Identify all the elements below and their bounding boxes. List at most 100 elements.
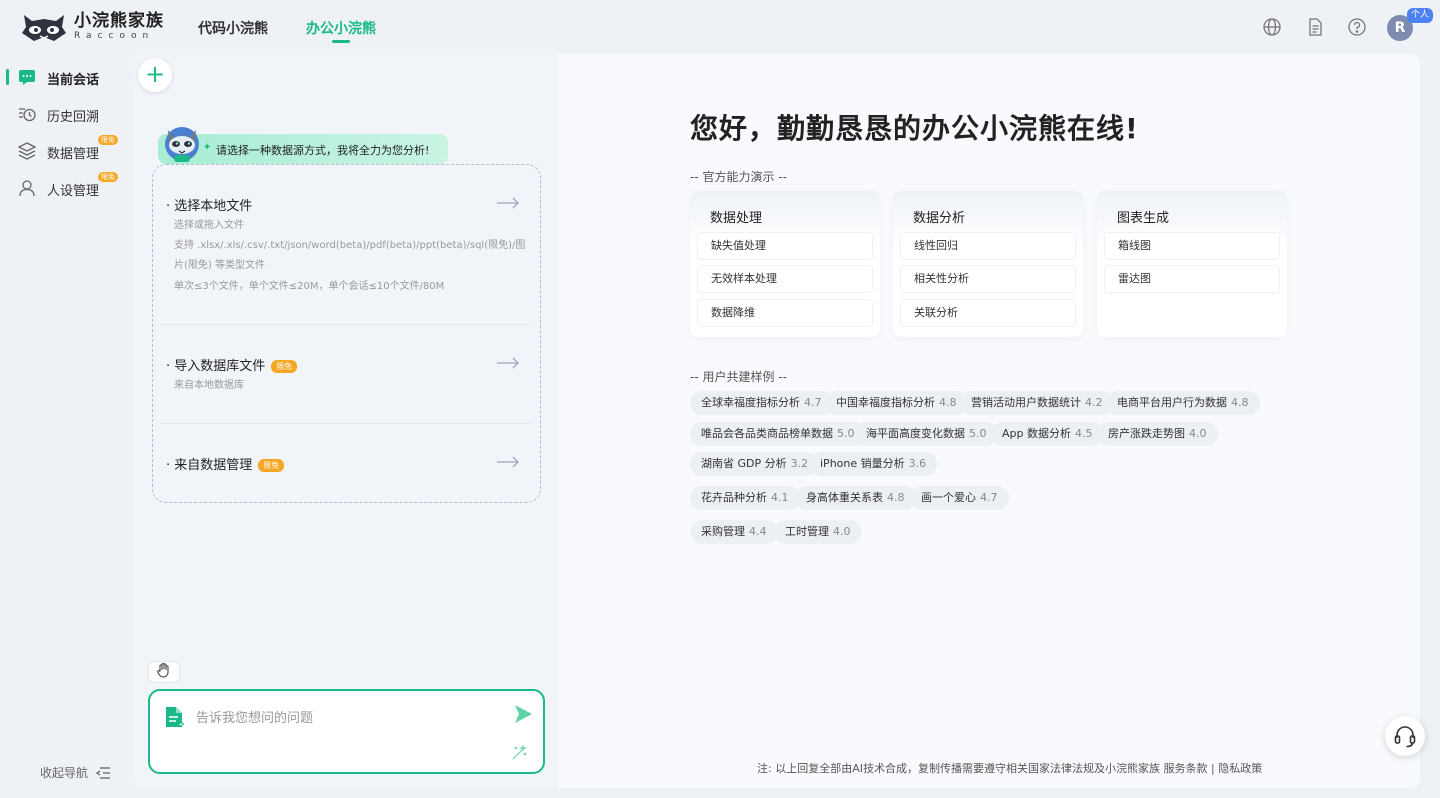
capability-item[interactable]: 线性回归: [900, 232, 1076, 260]
example-chip[interactable]: 电商平台用户行为数据 4.8: [1106, 391, 1260, 415]
example-chip[interactable]: 房产涨跌走势图 4.0: [1097, 422, 1218, 446]
chat-input-placeholder: 告诉我您想问的问题: [196, 711, 314, 726]
sidebar-item-persona-management[interactable]: 人设管理 限免: [0, 172, 134, 204]
welcome-panel: [558, 54, 1420, 788]
capability-item[interactable]: 关联分析: [900, 299, 1076, 327]
privacy-policy-link[interactable]: 隐私政策: [1218, 762, 1262, 775]
capability-item[interactable]: 箱线图: [1104, 232, 1280, 260]
raccoon-bot-avatar: [162, 122, 202, 164]
example-name: 画一个爱心: [921, 491, 976, 504]
capability-item[interactable]: 相关性分析: [900, 265, 1076, 293]
capability-card-title: 数据处理: [710, 211, 763, 226]
globe-icon[interactable]: [1262, 17, 1282, 37]
footer-separator: |: [1210, 762, 1215, 775]
free-badge: 限免: [271, 360, 298, 373]
bot-message-text: 请选择一种数据源方式，我将全力为您分析!: [216, 144, 430, 157]
example-chip[interactable]: 湖南省 GDP 分析 3.2: [690, 452, 820, 476]
example-score: 4.0: [833, 525, 851, 538]
capability-item[interactable]: 数据降维: [697, 299, 873, 327]
disclaimer-text: 注: 以上回复全部由AI技术合成，复制传播需要遵守相关国家法律法规及小浣熊家族: [757, 762, 1160, 775]
source-database-import[interactable]: · 导入数据库文件 限免 来自本地数据库: [158, 350, 534, 400]
tab-code-raccoon[interactable]: 代码小浣熊: [198, 18, 268, 38]
arrow-right-icon: [496, 197, 520, 209]
example-chip[interactable]: 海平面高度变化数据 5.0: [855, 422, 998, 446]
sidebar-item-current-session[interactable]: 当前会话: [0, 61, 134, 93]
help-icon[interactable]: [1347, 17, 1367, 37]
source-local-file[interactable]: · 选择本地文件 选择或拖入文件 支持 .xlsx/.xls/.csv/.txt…: [158, 190, 534, 310]
chat-icon: [18, 68, 36, 86]
source-desc: 支持 .xlsx/.xls/.csv/.txt/json/word(beta)/…: [174, 240, 526, 271]
layers-icon: [17, 142, 37, 160]
magic-wand-icon[interactable]: [511, 744, 528, 761]
capability-item[interactable]: 缺失值处理: [697, 232, 873, 260]
upload-document-icon[interactable]: [164, 705, 185, 729]
brand-logo[interactable]: 小浣熊家族 Raccoon: [20, 10, 164, 44]
collapse-nav-label: 收起导航: [40, 766, 89, 780]
example-chip[interactable]: 身高体重关系表 4.8: [795, 486, 916, 510]
tab-office-raccoon[interactable]: 办公小浣熊: [306, 18, 376, 43]
account-type-badge: 个人: [1407, 8, 1434, 23]
source-desc: 单次≤3个文件，单个文件≤20M，单个会话≤10个文件/80M: [174, 281, 445, 292]
example-chip[interactable]: 画一个爱心 4.7: [910, 486, 1009, 510]
arrow-right-icon: [496, 357, 520, 369]
chat-input-box[interactable]: 告诉我您想问的问题: [148, 689, 545, 774]
customer-support-button[interactable]: [1385, 716, 1425, 756]
tab-label: 办公小浣熊: [306, 21, 376, 37]
example-name: 湖南省 GDP 分析: [701, 457, 787, 470]
capability-card-data-analysis: 数据分析 线性回归 相关性分析 关联分析: [893, 191, 1083, 337]
send-icon[interactable]: [512, 703, 534, 725]
sidebar-item-label: 人设管理: [47, 184, 100, 199]
sidebar-item-history[interactable]: 历史回溯: [0, 98, 134, 130]
capability-card-title: 图表生成: [1117, 211, 1170, 226]
example-chip[interactable]: 花卉品种分析 4.1: [690, 486, 800, 510]
example-chip[interactable]: 工时管理 4.0: [774, 520, 862, 544]
example-score: 5.0: [837, 427, 855, 440]
example-name: 房产涨跌走势图: [1108, 427, 1185, 440]
terms-of-service-link[interactable]: 服务条款: [1163, 762, 1207, 775]
source-title-wrap: · 导入数据库文件 限免: [166, 355, 298, 374]
example-name: App 数据分析: [1002, 427, 1071, 440]
example-chip[interactable]: 唯品会各品类商品榜单数据 5.0: [690, 422, 866, 446]
example-score: 5.0: [969, 427, 987, 440]
capability-item[interactable]: 雷达图: [1104, 265, 1280, 293]
community-section-label: -- 用户共建样例 --: [690, 370, 787, 384]
example-chip[interactable]: 中国幸福度指标分析 4.8: [825, 391, 968, 415]
new-session-button[interactable]: +: [138, 58, 172, 92]
example-score: 4.7: [804, 396, 822, 409]
skill-hand-button[interactable]: [148, 661, 180, 683]
example-score: 4.1: [771, 491, 789, 504]
example-name: iPhone 销量分析: [820, 457, 905, 470]
history-icon: [18, 105, 36, 123]
example-name: 唯品会各品类商品榜单数据: [701, 427, 833, 440]
capability-item[interactable]: 无效样本处理: [697, 265, 873, 293]
source-title-wrap: · 来自数据管理 限免: [166, 454, 285, 473]
welcome-title: 您好，勤勤恳恳的办公小浣熊在线!: [690, 112, 1139, 145]
source-title: · 选择本地文件: [166, 199, 253, 214]
example-score: 4.8: [1231, 396, 1249, 409]
sidebar-item-data-management[interactable]: 数据管理 限免: [0, 135, 134, 167]
example-chip[interactable]: 营销活动用户数据统计 4.2: [960, 391, 1114, 415]
capability-section-label: -- 官方能力演示 --: [690, 170, 787, 184]
example-score: 3.2: [790, 457, 809, 470]
example-chip[interactable]: App 数据分析 4.5: [991, 422, 1104, 446]
example-chip[interactable]: iPhone 销量分析 3.6: [809, 452, 938, 476]
example-name: 海平面高度变化数据: [866, 427, 965, 440]
capability-card-chart-generation: 图表生成 箱线图 雷达图: [1097, 191, 1287, 337]
capability-card-title: 数据分析: [913, 211, 966, 226]
raccoon-logo-icon: [20, 11, 68, 43]
example-name: 全球幸福度指标分析: [701, 396, 800, 409]
example-chip[interactable]: 采购管理 4.4: [690, 520, 778, 544]
document-icon[interactable]: [1305, 17, 1325, 37]
sidebar: 当前会话 历史回溯 数据管理 限免 人设管理 限免 收起导航: [0, 54, 134, 798]
active-tab-indicator: [332, 40, 350, 43]
source-data-management[interactable]: · 来自数据管理 限免: [158, 449, 534, 479]
example-score: 4.5: [1075, 427, 1093, 440]
example-chip[interactable]: 全球幸福度指标分析 4.7: [690, 391, 833, 415]
sidebar-item-label: 数据管理: [47, 147, 100, 162]
disclaimer-footer: 注: 以上回复全部由AI技术合成，复制传播需要遵守相关国家法律法规及小浣熊家族 …: [757, 760, 1262, 776]
person-icon: [18, 179, 36, 197]
hand-icon: [157, 662, 169, 678]
source-title: · 来自数据管理: [166, 458, 253, 473]
collapse-nav-button[interactable]: 收起导航: [40, 764, 111, 781]
capability-card-data-processing: 数据处理 缺失值处理 无效样本处理 数据降维: [690, 191, 880, 337]
